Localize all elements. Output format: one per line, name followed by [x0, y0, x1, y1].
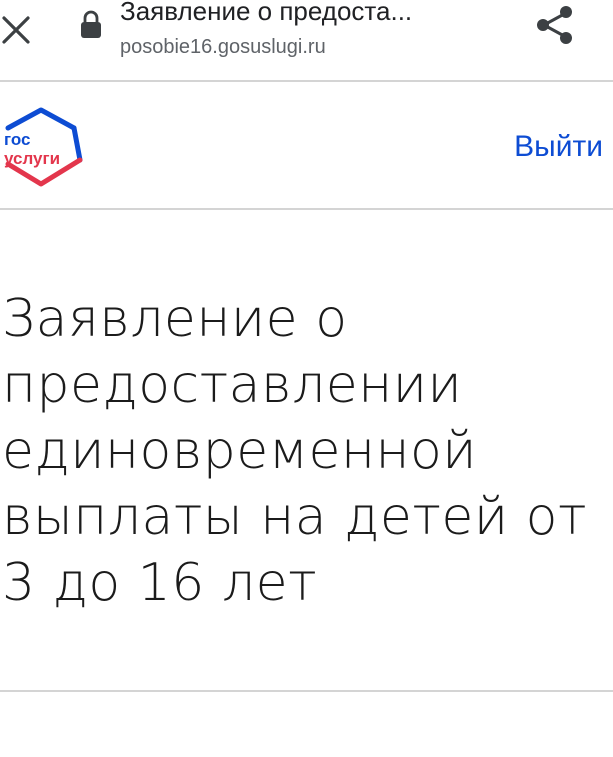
page-title-line: выплаты на детей от [2, 487, 587, 547]
logo-line-uslugi: услуги [4, 149, 60, 168]
logo-line-gos: гос [4, 130, 30, 149]
page-title-line: предоставлении [2, 355, 463, 415]
page-title-line: единовременной [2, 421, 478, 481]
page-title-line: Заявление о [2, 289, 348, 349]
content-divider [0, 690, 613, 692]
close-icon [2, 16, 30, 44]
share-icon [537, 6, 572, 44]
browser-toolbar: Заявление о предоста... posobie16.gosusl… [0, 0, 613, 80]
page-title-line: 3 до 16 лет [2, 553, 318, 613]
share-button[interactable] [530, 0, 580, 50]
gosuslugi-logo[interactable]: гос услуги [0, 102, 86, 192]
header-divider [0, 208, 613, 210]
lock-icon [81, 10, 101, 38]
site-header: гос услуги Выйти [0, 82, 613, 208]
gosuslugi-logo-text: гос услуги [4, 130, 60, 168]
close-tab-button[interactable] [0, 10, 34, 44]
page-title: Заявление о предоставлении единовременно… [2, 286, 613, 616]
site-security-button[interactable] [78, 10, 104, 40]
page-tab-title[interactable]: Заявление о предоста... [120, 0, 510, 28]
page-domain[interactable]: posobie16.gosuslugi.ru [120, 34, 326, 60]
logout-link[interactable]: Выйти [514, 130, 603, 164]
